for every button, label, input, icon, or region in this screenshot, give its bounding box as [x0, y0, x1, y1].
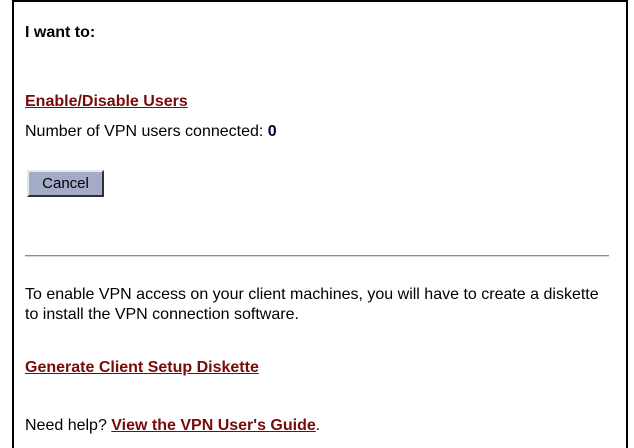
vpn-info-text: To enable VPN access on your client mach…: [25, 286, 599, 323]
help-suffix: .: [315, 417, 321, 434]
vpn-users-count: 0: [267, 123, 277, 140]
vpn-users-guide-link[interactable]: View the VPN User's Guide: [111, 417, 315, 434]
cancel-button[interactable]: Cancel: [27, 170, 104, 197]
vpn-options-panel: I want to: Enable/Disable Users Number o…: [12, 0, 628, 448]
vpn-users-connected-line: Number of VPN users connected: 0: [25, 123, 277, 141]
vpn-users-label: Number of VPN users connected:: [25, 123, 268, 140]
panel-heading: I want to:: [25, 24, 96, 41]
generate-client-setup-diskette-link[interactable]: Generate Client Setup Diskette: [25, 359, 259, 377]
enable-disable-users-link[interactable]: Enable/Disable Users: [25, 93, 188, 111]
section-divider: [25, 255, 609, 257]
help-line: Need help? View the VPN User's Guide.: [25, 417, 320, 435]
help-prefix: Need help?: [25, 417, 112, 434]
